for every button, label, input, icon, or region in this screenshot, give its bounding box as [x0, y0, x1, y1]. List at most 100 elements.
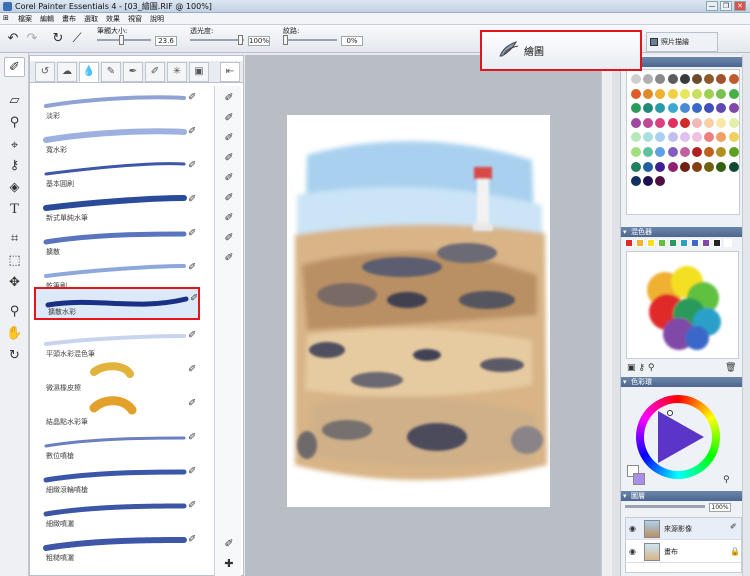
- category-pencil-icon[interactable]: ✎: [101, 62, 121, 82]
- color-swatch[interactable]: [643, 103, 654, 114]
- layers-header[interactable]: 圖層: [621, 491, 742, 501]
- category-watercolor-icon[interactable]: 💧: [79, 62, 99, 82]
- brush-size-thumb[interactable]: [119, 35, 124, 45]
- color-swatch[interactable]: [655, 161, 666, 172]
- color-swatch[interactable]: [667, 88, 678, 99]
- brush-variant[interactable]: ✐ 平頭水彩混色筆: [34, 326, 200, 360]
- variant-icon[interactable]: ✐: [221, 230, 237, 246]
- brush-variant[interactable]: ✐ 寬水彩: [34, 122, 200, 156]
- variant-icon[interactable]: ✐: [221, 110, 237, 126]
- menu-effects[interactable]: 效果: [106, 14, 120, 24]
- eyedropper-icon[interactable]: ⚷: [4, 156, 25, 176]
- color-swatch[interactable]: [716, 132, 727, 143]
- color-swatch[interactable]: [655, 132, 666, 143]
- painting-canvas[interactable]: [287, 115, 550, 507]
- brush-variant[interactable]: ✐ 基本圓刷: [34, 156, 200, 190]
- brush-variant[interactable]: ✐ 粗糙噴灑: [34, 530, 200, 564]
- brush-variant[interactable]: ✐ 細緻噴灑: [34, 496, 200, 530]
- collapse-arrow-icon[interactable]: ⇤: [220, 62, 240, 82]
- mixer-tools-icons[interactable]: ▣ ⚷ ⚲: [627, 363, 654, 373]
- color-swatch[interactable]: [679, 74, 690, 84]
- layer-row[interactable]: ◉ 來源影像 ✐: [626, 518, 741, 540]
- variant-icon[interactable]: ✐: [221, 130, 237, 146]
- category-cloner-icon[interactable]: ✳: [167, 62, 187, 82]
- mixer-pad[interactable]: [626, 251, 739, 359]
- mixer-color-swatch[interactable]: [658, 239, 666, 247]
- panel-splitter[interactable]: [612, 55, 620, 576]
- color-swatch[interactable]: [667, 161, 678, 172]
- opacity-value[interactable]: 100%: [248, 36, 270, 46]
- menu-file[interactable]: 檔案: [18, 14, 32, 24]
- canvas-vertical-scrollbar[interactable]: [601, 55, 612, 576]
- color-swatch[interactable]: [643, 147, 654, 157]
- color-swatch[interactable]: [704, 147, 715, 157]
- category-airbrush-icon[interactable]: ☁: [57, 62, 77, 82]
- undo-icon[interactable]: ↶: [4, 30, 22, 48]
- brush-variant[interactable]: ✐ 細緻滾輪噴槍: [34, 462, 200, 496]
- color-swatch[interactable]: [679, 117, 690, 128]
- color-swatch[interactable]: [716, 88, 727, 99]
- close-button[interactable]: ✕: [734, 1, 746, 11]
- color-swatch[interactable]: [692, 74, 702, 84]
- color-swatch[interactable]: [655, 74, 666, 84]
- brush-variant[interactable]: ✐ 新式單純水筆: [34, 190, 200, 224]
- color-swatch[interactable]: [728, 161, 739, 172]
- color-swatch[interactable]: [643, 88, 654, 99]
- brush-library-icon[interactable]: ✐: [221, 536, 237, 552]
- dropper-tool-icon[interactable]: ⚲: [4, 113, 25, 133]
- variant-icon[interactable]: ✐: [221, 170, 237, 186]
- color-swatch[interactable]: [679, 132, 690, 143]
- brush-reset-icon[interactable]: ⟋: [68, 30, 86, 48]
- color-swatch[interactable]: [704, 88, 715, 99]
- color-swatch[interactable]: [728, 74, 739, 84]
- brush-size-value[interactable]: 23.6: [155, 36, 177, 46]
- color-swatch[interactable]: [655, 88, 666, 99]
- color-swatch[interactable]: [655, 176, 666, 187]
- brush-variant[interactable]: ✐ 微濕橡皮擦: [34, 360, 200, 394]
- menu-window[interactable]: 視窗: [128, 14, 142, 24]
- grain-slider[interactable]: [283, 35, 337, 45]
- menu-canvas[interactable]: 畫布: [62, 14, 76, 24]
- opacity-thumb[interactable]: [238, 35, 243, 45]
- color-swatch[interactable]: [692, 161, 702, 172]
- maximize-button[interactable]: ❐: [720, 1, 732, 11]
- category-chalk-icon[interactable]: ✐: [145, 62, 165, 82]
- color-swatch[interactable]: [631, 161, 641, 172]
- mixer-color-swatch[interactable]: [724, 239, 732, 247]
- brush-variant[interactable]: ✐ 擴散: [34, 224, 200, 258]
- color-swatch[interactable]: [692, 103, 702, 114]
- color-swatch[interactable]: [692, 88, 702, 99]
- color-swatch[interactable]: [728, 88, 739, 99]
- color-swatch[interactable]: [692, 117, 702, 128]
- brush-variant[interactable]: ✐ 結晶點水彩筆: [34, 394, 200, 428]
- brush-variant[interactable]: ✐ 淡彩: [34, 88, 200, 122]
- redo-icon[interactable]: ↷: [23, 30, 41, 48]
- color-swatch[interactable]: [704, 161, 715, 172]
- color-swatch[interactable]: [716, 103, 727, 114]
- magnifier-icon[interactable]: ⚲: [4, 302, 25, 322]
- marquee-tool-icon[interactable]: ⬚: [4, 251, 25, 271]
- color-swatch[interactable]: [655, 117, 666, 128]
- color-swatch[interactable]: [631, 132, 641, 143]
- grain-value[interactable]: 0%: [341, 36, 363, 46]
- category-acrylic-icon[interactable]: ↺: [35, 62, 55, 82]
- mixer-color-swatch[interactable]: [713, 239, 721, 247]
- color-swatch[interactable]: [643, 176, 654, 187]
- menu-edit[interactable]: 編輯: [40, 14, 54, 24]
- variant-icon[interactable]: ✐: [221, 90, 237, 106]
- transform-tool-icon[interactable]: ✥: [4, 273, 25, 293]
- brush-size-slider[interactable]: [97, 35, 151, 45]
- brush-variant-selected[interactable]: ✐ 擴散水彩: [34, 287, 200, 320]
- category-blender-icon[interactable]: ▣: [189, 62, 209, 82]
- color-swatch[interactable]: [631, 147, 641, 157]
- crop-tool-icon[interactable]: ⌗: [4, 229, 25, 249]
- color-swatch[interactable]: [643, 132, 654, 143]
- color-swatch[interactable]: [692, 132, 702, 143]
- color-swatch[interactable]: [667, 132, 678, 143]
- grain-thumb[interactable]: [283, 35, 288, 45]
- color-wheel[interactable]: [636, 395, 720, 479]
- opacity-slider[interactable]: [190, 35, 244, 45]
- visibility-eye-icon[interactable]: ◉: [629, 524, 636, 533]
- color-swatch[interactable]: [728, 147, 739, 157]
- color-swatch[interactable]: [655, 103, 666, 114]
